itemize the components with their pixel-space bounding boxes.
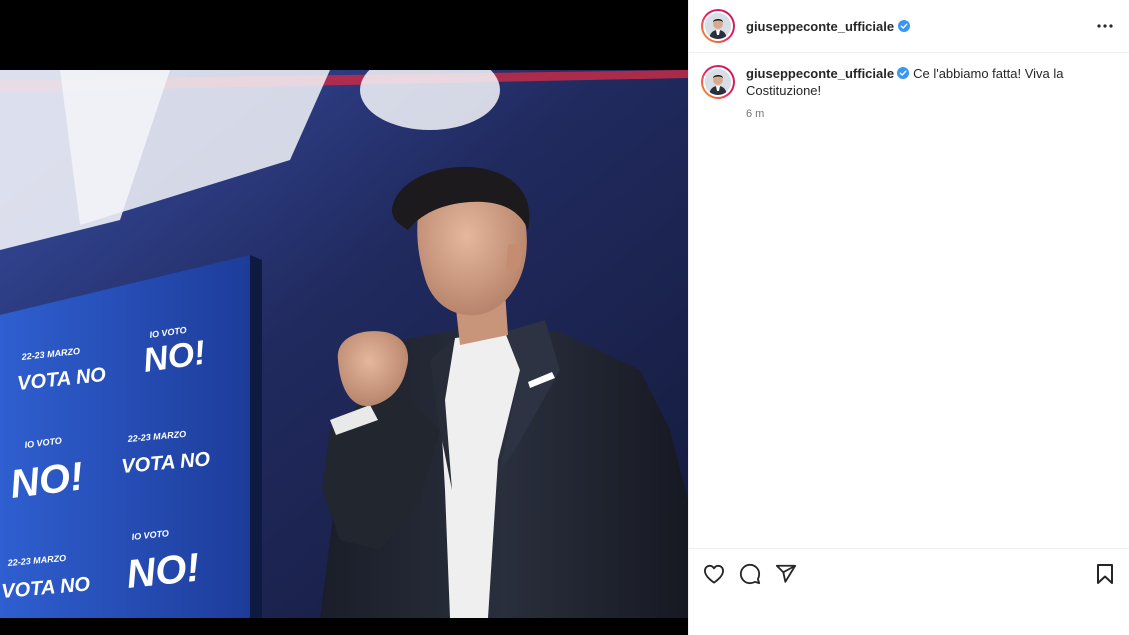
post-photo[interactable]: IO VOTO NO! VOTA NO 22-23 MARZO IO VOTO … <box>0 70 688 618</box>
caption-username[interactable]: giuseppeconte_ufficiale <box>746 66 894 81</box>
photo-illustration: IO VOTO NO! VOTA NO 22-23 MARZO IO VOTO … <box>0 70 688 618</box>
avatar[interactable] <box>701 9 735 43</box>
post-timestamp[interactable]: 6 m <box>746 108 1066 120</box>
avatar-image <box>705 13 731 39</box>
share-icon <box>775 564 797 583</box>
svg-text:NO!: NO! <box>124 546 202 597</box>
bookmark-icon <box>1097 563 1113 584</box>
save-button[interactable] <box>1092 561 1118 587</box>
comment-button[interactable] <box>737 561 763 587</box>
verified-badge-icon <box>897 67 910 79</box>
caption: giuseppeconte_ufficiale Ce l'abbiamo fatt… <box>746 65 1066 99</box>
heart-icon <box>704 564 724 584</box>
like-button[interactable] <box>701 561 727 587</box>
comment-icon <box>739 563 761 584</box>
caption-block: giuseppeconte_ufficiale Ce l'abbiamo fatt… <box>689 53 1129 120</box>
action-bar <box>689 548 1129 598</box>
avatar-image <box>705 69 731 95</box>
media-panel: IO VOTO NO! VOTA NO 22-23 MARZO IO VOTO … <box>0 0 688 635</box>
more-options-button[interactable] <box>1093 14 1117 38</box>
post-viewer: IO VOTO NO! VOTA NO 22-23 MARZO IO VOTO … <box>0 0 1129 635</box>
caption-body: giuseppeconte_ufficiale Ce l'abbiamo fatt… <box>746 65 1066 120</box>
svg-text:NO!: NO! <box>8 454 86 507</box>
more-dots-icon <box>1097 24 1113 28</box>
header-username[interactable]: giuseppeconte_ufficiale <box>746 19 911 34</box>
verified-badge-icon <box>898 20 911 32</box>
post-sidebar: giuseppeconte_ufficiale giuseppeconte_uf… <box>688 0 1129 635</box>
caption-avatar[interactable] <box>701 65 735 99</box>
post-header: giuseppeconte_ufficiale <box>689 0 1129 53</box>
username-text[interactable]: giuseppeconte_ufficiale <box>746 19 894 34</box>
share-button[interactable] <box>773 561 799 587</box>
